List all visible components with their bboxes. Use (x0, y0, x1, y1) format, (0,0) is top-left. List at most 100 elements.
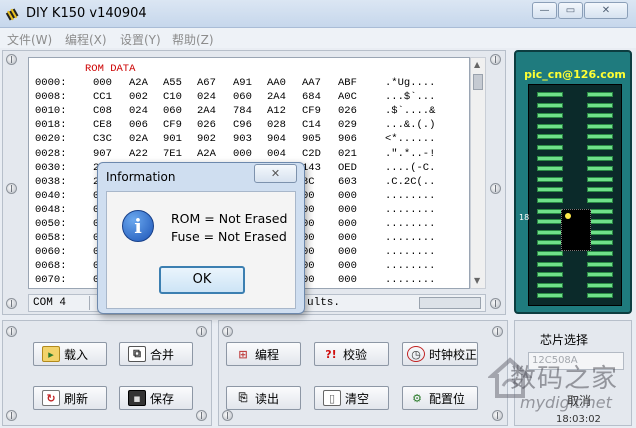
socket-pin (587, 198, 613, 203)
merge-button[interactable]: ⧉ 合并 (119, 342, 193, 366)
hex-cell: 603 (338, 175, 357, 188)
socket-pin (537, 240, 563, 246)
hex-cell: 907 (93, 147, 112, 160)
hex-cell: 060 (163, 105, 182, 118)
menu-settings[interactable]: 设置(Y) (120, 31, 161, 48)
hex-address: 0038: (35, 175, 67, 188)
maximize-button[interactable]: ▭ (558, 2, 583, 19)
clock-calibrate-button[interactable]: ◷ 时钟校正 (402, 342, 478, 366)
hex-cell: 000 (338, 203, 357, 216)
read-chip-icon: ⎘ (238, 391, 248, 404)
scroll-up-icon[interactable]: ▲ (474, 60, 480, 69)
hex-address: 0060: (35, 246, 67, 259)
hex-cell: 901 (163, 133, 182, 146)
hex-cell: C14 (302, 119, 321, 132)
socket-pin (537, 92, 563, 97)
socket-pin (587, 272, 613, 278)
hex-cell: 02A (129, 133, 148, 146)
hex-address: 0058: (35, 232, 67, 245)
ok-button[interactable]: OK (159, 266, 245, 294)
hex-cell: 7E1 (163, 147, 182, 160)
hex-cell: 002 (129, 91, 148, 104)
hex-cell: ABF (338, 77, 357, 89)
scroll-down-icon[interactable]: ▼ (474, 276, 480, 285)
socket-pin (537, 102, 563, 108)
hex-cell: 000 (233, 147, 252, 160)
erase-button-label: 清空 (345, 391, 370, 406)
hex-cell: 2A4 (267, 91, 286, 104)
socket-pin (587, 155, 613, 161)
verify-button[interactable]: ?! 校验 (314, 342, 389, 366)
menu-program[interactable]: 编程(X) (65, 31, 107, 48)
hex-cell: CE8 (93, 119, 112, 132)
socket-pin (537, 145, 563, 150)
erase-button[interactable]: ▯ 清空 (314, 386, 389, 410)
menu-help[interactable]: 帮助(Z) (172, 31, 214, 48)
socket-pin (537, 166, 563, 172)
hex-ascii: .C.2C(.. (385, 175, 436, 188)
hex-ascii: ........ (385, 189, 436, 202)
watermark-text: 数码之家 (510, 364, 619, 394)
merge-button-label: 合并 (150, 347, 175, 362)
config-bits-button[interactable]: ⚙ 配置位 (402, 386, 478, 410)
pin-count-label: 18 (519, 213, 530, 222)
screw-icon (490, 298, 501, 309)
chip-panel-email: pic_cn@126.com (524, 68, 626, 81)
hex-ascii: ...&.(.) (385, 119, 436, 132)
socket-pin (537, 187, 563, 193)
window-title: DIY K150 v140904 (26, 6, 147, 21)
socket-pin (587, 282, 613, 288)
config-bits-label: 配置位 (429, 391, 466, 406)
info-icon: i (122, 210, 154, 242)
verify-button-label: 校验 (343, 347, 368, 362)
screw-icon (6, 54, 17, 65)
save-button[interactable]: ▪ 保存 (119, 386, 193, 410)
menu-file[interactable]: 文件(W) (7, 31, 52, 48)
dialog-close-button[interactable]: ✕ (254, 164, 297, 183)
socket-pin (537, 282, 563, 288)
scrollbar-thumb[interactable] (473, 74, 483, 90)
screw-icon (492, 410, 503, 421)
screw-icon (490, 183, 501, 194)
load-button[interactable]: ▸ 载入 (33, 342, 107, 366)
hex-cell: AA0 (267, 77, 286, 89)
refresh-button-label: 刷新 (64, 391, 89, 406)
hex-address: 0068: (35, 260, 67, 273)
rom-data-label: ROM DATA (85, 63, 136, 75)
program-button[interactable]: ⊞ 编程 (226, 342, 301, 366)
close-button[interactable]: ✕ (584, 2, 628, 19)
socket-pin (587, 123, 613, 129)
hex-ascii: .".*..-! (385, 147, 436, 160)
chip-program-icon: ⊞ (238, 347, 248, 361)
minimize-button[interactable]: — (532, 2, 557, 19)
socket-pin (537, 113, 563, 119)
hex-ascii: ........ (385, 260, 436, 273)
socket-pin (537, 272, 563, 278)
socket-pin (587, 293, 613, 299)
clock-calibrate-label: 时钟校正 (429, 347, 478, 362)
hex-cell: CF9 (302, 105, 321, 118)
hex-ascii: <*...... (385, 133, 436, 146)
buffer-scrollbar[interactable]: ▲ ▼ (470, 57, 486, 289)
socket-pin (537, 198, 563, 203)
screw-icon (196, 410, 207, 421)
status-message: ults. (307, 297, 341, 309)
screw-icon (490, 54, 501, 65)
hex-cell: 000 (338, 274, 357, 287)
hex-cell: A22 (129, 147, 148, 160)
read-button[interactable]: ⎘ 读出 (226, 386, 301, 410)
hex-cell: C96 (233, 119, 252, 132)
hex-cell: 784 (233, 105, 252, 118)
refresh-button[interactable]: ↻ 刷新 (33, 386, 107, 410)
hex-cell: 904 (267, 133, 286, 146)
hex-cell: 2A4 (197, 105, 216, 118)
hex-ascii: .$`....& (385, 105, 436, 118)
screw-icon (222, 410, 233, 421)
hex-cell: AA7 (302, 77, 321, 89)
clock-readout: 18:03:02 (556, 414, 601, 425)
hex-ascii: .*Ug.... (385, 77, 436, 89)
socket-pin (587, 261, 613, 267)
hex-cell: 000 (338, 218, 357, 230)
hex-ascii: ........ (385, 246, 436, 259)
hex-address: 0008: (35, 91, 67, 104)
